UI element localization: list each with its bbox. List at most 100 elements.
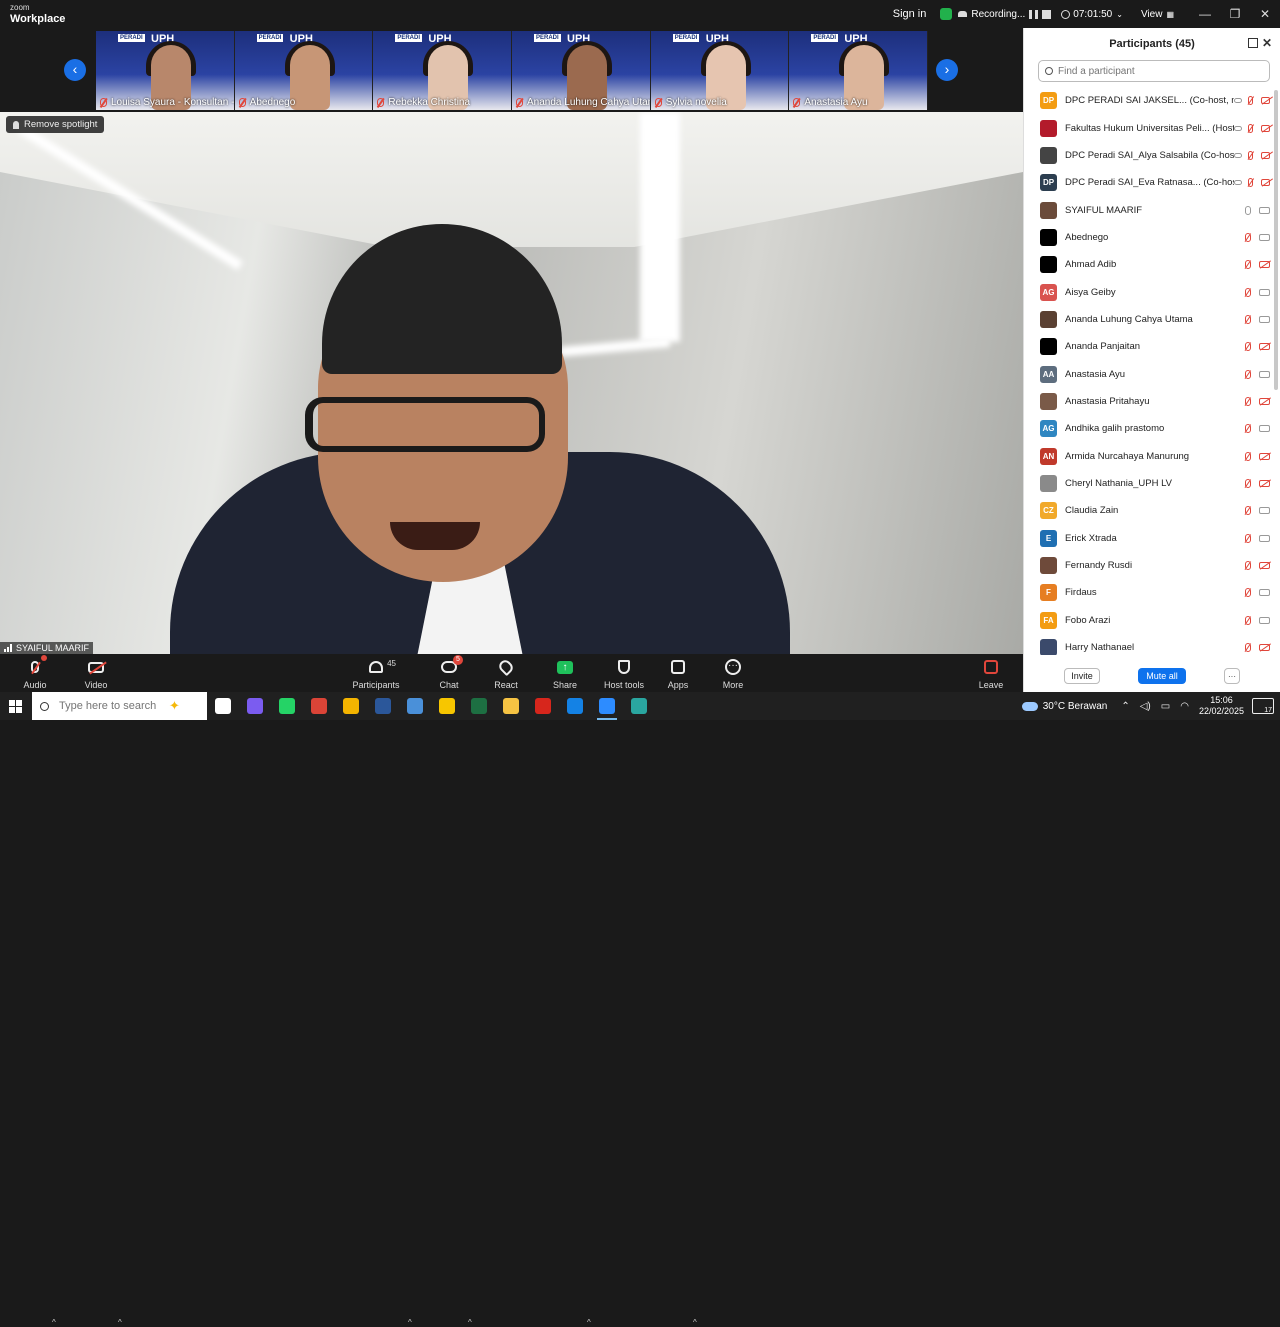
microphone-muted-icon[interactable] — [1245, 396, 1251, 406]
microphone-muted-icon[interactable] — [1245, 478, 1251, 488]
video-off-icon[interactable] — [1260, 151, 1270, 159]
video-off-icon[interactable] — [1259, 479, 1270, 487]
microphone-muted-icon[interactable] — [1247, 123, 1253, 133]
recording-indicator[interactable]: Recording... — [958, 9, 1052, 20]
participants-caret-icon[interactable]: ^ — [408, 1318, 412, 1327]
participant-row[interactable]: CZ Claudia Zain — [1024, 497, 1274, 524]
taskbar-app-file-explorer[interactable] — [495, 692, 527, 720]
participant-row[interactable]: E Erick Xtrada — [1024, 525, 1274, 552]
taskbar-search-input[interactable] — [59, 700, 169, 712]
participant-row[interactable]: AN Armida Nurcahaya Manurung — [1024, 442, 1274, 469]
video-icon[interactable] — [1259, 616, 1270, 624]
participant-row[interactable]: DPC Peradi SAI_Alya Salsabila (Co-host) — [1024, 142, 1274, 169]
restore-button[interactable]: ❐ — [1220, 7, 1250, 21]
participant-thumbnail[interactable]: PERADI UPH Rebekka Christina — [373, 31, 513, 110]
microphone-muted-icon[interactable] — [1245, 561, 1251, 571]
video-off-icon[interactable] — [1260, 124, 1270, 132]
microphone-muted-icon[interactable] — [1245, 506, 1251, 516]
leave-button[interactable]: Leave — [961, 657, 1021, 690]
video-off-icon[interactable] — [1259, 562, 1270, 570]
microphone-muted-icon[interactable] — [1245, 588, 1251, 598]
microphone-muted-icon[interactable] — [1245, 451, 1251, 461]
chat-caret-icon[interactable]: ^ — [468, 1318, 472, 1327]
taskbar-search[interactable]: ✦ — [32, 692, 207, 720]
microphone-muted-icon[interactable] — [1245, 342, 1251, 352]
taskbar-app-store[interactable] — [399, 692, 431, 720]
chat-button[interactable]: 5 Chat — [419, 655, 479, 690]
microphone-muted-icon[interactable] — [1245, 369, 1251, 379]
taskbar-app-edge-beta[interactable] — [623, 692, 655, 720]
share-button[interactable]: ↑ Share — [535, 657, 595, 690]
remove-spotlight-button[interactable]: Remove spotlight — [6, 116, 105, 133]
apps-button[interactable]: Apps — [648, 657, 708, 690]
audio-options-caret-icon[interactable]: ^ — [52, 1318, 56, 1327]
apps-caret-icon[interactable]: ^ — [693, 1318, 697, 1327]
participant-row[interactable]: DP DPC Peradi SAI_Eva Ratnasa... (Co-host… — [1024, 169, 1274, 196]
participant-thumbnail[interactable]: PERADI UPH Ananda Luhung Cahya Utama — [512, 31, 651, 110]
video-icon[interactable] — [1259, 206, 1270, 214]
video-off-icon[interactable] — [1259, 261, 1270, 269]
taskbar-app-excel[interactable] — [463, 692, 495, 720]
participant-row[interactable]: AG Andhika galih prastomo — [1024, 415, 1274, 442]
participants-button[interactable]: 45 Participants — [346, 657, 406, 690]
microphone-muted-icon[interactable] — [1245, 260, 1251, 270]
taskbar-app-whatsapp[interactable] — [271, 692, 303, 720]
more-options-button[interactable]: ··· — [1224, 668, 1240, 684]
clock[interactable]: 15:06 22/02/2025 — [1199, 695, 1244, 717]
participant-thumbnail[interactable]: PERADI UPH Abednego — [234, 31, 374, 110]
microphone-muted-icon[interactable] — [1247, 178, 1253, 188]
previous-page-button[interactable]: ‹ — [64, 59, 86, 81]
participant-search-input[interactable] — [1058, 65, 1258, 77]
next-page-button[interactable]: › — [936, 59, 958, 81]
video-off-icon[interactable] — [1260, 97, 1270, 105]
microphone-muted-icon[interactable] — [1247, 150, 1253, 160]
taskbar-app-zoom[interactable] — [591, 692, 623, 720]
video-icon[interactable] — [1259, 315, 1270, 323]
video-options-caret-icon[interactable]: ^ — [118, 1318, 122, 1327]
taskbar-app-sticky-notes[interactable] — [431, 692, 463, 720]
taskbar-app-chrome-profile[interactable] — [303, 692, 335, 720]
sign-in-link[interactable]: Sign in — [893, 8, 927, 20]
microphone-muted-icon[interactable] — [1245, 643, 1251, 653]
participant-search[interactable] — [1038, 60, 1270, 82]
chevron-up-icon[interactable]: ⌃ — [1121, 701, 1129, 712]
participant-thumbnail[interactable]: PERADI UPH Sylvia novelia — [650, 31, 790, 110]
video-icon[interactable] — [1259, 288, 1270, 296]
microphone-muted-icon[interactable] — [1247, 96, 1253, 106]
microphone-icon[interactable] — [1245, 205, 1251, 215]
microphone-muted-icon[interactable] — [1245, 287, 1251, 297]
video-off-icon[interactable] — [1260, 179, 1270, 187]
weather-widget[interactable]: 30°C Berawan — [1021, 701, 1107, 712]
host-tools-button[interactable]: Host tools — [594, 657, 654, 690]
meeting-timer[interactable]: 07:01:50 ⌄ — [1061, 9, 1123, 20]
participant-row[interactable]: Cheryl Nathania_UPH LV — [1024, 470, 1274, 497]
video-icon[interactable] — [1259, 233, 1270, 241]
microphone-muted-icon[interactable] — [1245, 615, 1251, 625]
start-button[interactable] — [0, 692, 30, 720]
popout-icon[interactable] — [1248, 38, 1258, 48]
video-off-icon[interactable] — [1259, 452, 1270, 460]
encryption-shield-icon[interactable] — [940, 8, 953, 20]
more-button[interactable]: ··· More — [703, 657, 763, 690]
close-button[interactable]: ✕ — [1250, 7, 1280, 21]
audio-button[interactable]: Audio — [5, 655, 65, 690]
microphone-muted-icon[interactable] — [1245, 314, 1251, 324]
view-grid-icon[interactable]: ▦ — [1166, 10, 1174, 19]
participant-row[interactable]: Harry Nathanael — [1024, 634, 1274, 655]
taskbar-app-app-dark[interactable] — [367, 692, 399, 720]
share-caret-icon[interactable]: ^ — [587, 1318, 591, 1327]
taskbar-app-edge[interactable] — [559, 692, 591, 720]
video-button[interactable]: Video — [66, 657, 126, 690]
taskbar-app-task-view[interactable] — [207, 692, 239, 720]
close-panel-icon[interactable]: ✕ — [1262, 36, 1272, 50]
taskbar-app-copilot[interactable] — [239, 692, 271, 720]
participant-row[interactable]: F Firdaus — [1024, 579, 1274, 606]
video-icon[interactable] — [1259, 534, 1270, 542]
participant-thumbnail[interactable]: PERADI UPH Anastasia Ayu — [789, 31, 929, 110]
video-icon[interactable] — [1259, 370, 1270, 378]
participant-row[interactable]: Fakultas Hukum Universitas Peli... (Host… — [1024, 114, 1274, 141]
wifi-icon[interactable]: ◠ — [1180, 701, 1189, 712]
taskbar-app-chrome[interactable] — [335, 692, 367, 720]
view-menu[interactable]: View — [1141, 9, 1163, 20]
spotlight-video[interactable] — [0, 112, 1023, 654]
